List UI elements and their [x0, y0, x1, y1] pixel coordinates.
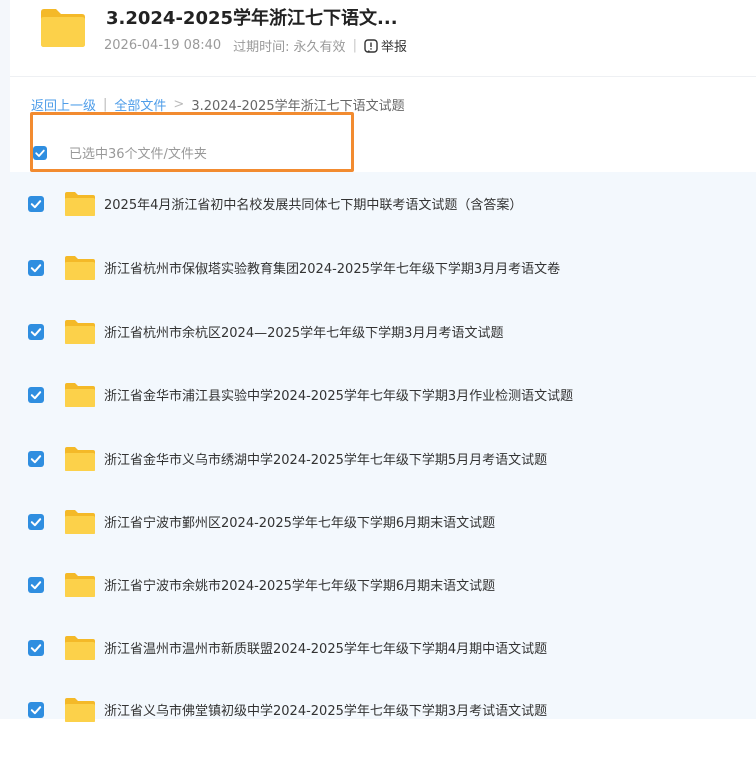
- header-divider: [10, 76, 756, 77]
- folder-icon: [65, 320, 95, 344]
- file-name[interactable]: 浙江省温州市温州市新质联盟2024-2025学年七年级下学期4月期中语文试题: [104, 638, 547, 657]
- alert-icon: [364, 38, 378, 53]
- header: 3.2024-2025学年浙江七下语文... 2026-04-19 08:40 …: [0, 0, 756, 80]
- file-name[interactable]: 浙江省宁波市鄞州区2024-2025学年七年级下学期6月期末语文试题: [104, 512, 495, 531]
- meta-separator: |: [352, 38, 357, 53]
- folder-icon: [65, 192, 95, 216]
- file-name[interactable]: 浙江省义乌市佛堂镇初级中学2024-2025学年七年级下学期3月考试语文试题: [104, 700, 547, 719]
- folder-icon: [41, 9, 85, 47]
- folder-icon: [65, 447, 95, 471]
- file-name[interactable]: 2025年4月浙江省初中名校发展共同体七下期中联考语文试题（含答案）: [104, 194, 522, 213]
- file-name[interactable]: 浙江省金华市浦江县实验中学2024-2025学年七年级下学期3月作业检测语文试题: [104, 385, 573, 404]
- date-text: 2026-04-19 08:40: [104, 38, 222, 53]
- file-name[interactable]: 浙江省宁波市余姚市2024-2025学年七年级下学期6月期末语文试题: [104, 575, 495, 594]
- breadcrumb-separator: |: [103, 97, 108, 112]
- folder-icon: [65, 636, 95, 660]
- file-list: 2025年4月浙江省初中名校发展共同体七下期中联考语文试题（含答案） 浙江省杭州…: [10, 172, 756, 722]
- expire-label: 过期时间:: [233, 40, 290, 55]
- file-checkbox[interactable]: [28, 702, 44, 718]
- folder-icon: [65, 383, 95, 407]
- file-checkbox[interactable]: [28, 324, 44, 340]
- file-meta: 2026-04-19 08:40 过期时间: 永久有效 | 举报: [104, 36, 407, 55]
- folder-icon: [65, 698, 95, 722]
- file-checkbox[interactable]: [28, 196, 44, 212]
- folder-icon: [65, 256, 95, 280]
- file-checkbox[interactable]: [28, 387, 44, 403]
- breadcrumb-separator: >: [173, 97, 185, 112]
- file-checkbox[interactable]: [28, 577, 44, 593]
- file-checkbox[interactable]: [28, 451, 44, 467]
- folder-icon: [65, 573, 95, 597]
- expire-value: 永久有效: [293, 40, 346, 55]
- file-row[interactable]: 浙江省义乌市佛堂镇初级中学2024-2025学年七年级下学期3月考试语文试题: [10, 698, 756, 773]
- report-label: 举报: [380, 40, 407, 55]
- file-checkbox[interactable]: [28, 640, 44, 656]
- file-name[interactable]: 浙江省杭州市余杭区2024—2025学年七年级下学期3月月考语文试题: [104, 322, 503, 341]
- selection-highlight: [30, 112, 354, 172]
- file-checkbox[interactable]: [28, 514, 44, 530]
- file-name[interactable]: 浙江省杭州市保俶塔实验教育集团2024-2025学年七年级下学期3月月考语文卷: [104, 258, 560, 277]
- file-name[interactable]: 浙江省金华市义乌市绣湖中学2024-2025学年七年级下学期5月月考语文试题: [104, 449, 547, 468]
- left-edge: [0, 0, 10, 719]
- file-checkbox[interactable]: [28, 260, 44, 276]
- report-button[interactable]: 举报: [364, 36, 407, 55]
- folder-icon: [65, 510, 95, 534]
- page-title: 3.2024-2025学年浙江七下语文...: [106, 8, 398, 29]
